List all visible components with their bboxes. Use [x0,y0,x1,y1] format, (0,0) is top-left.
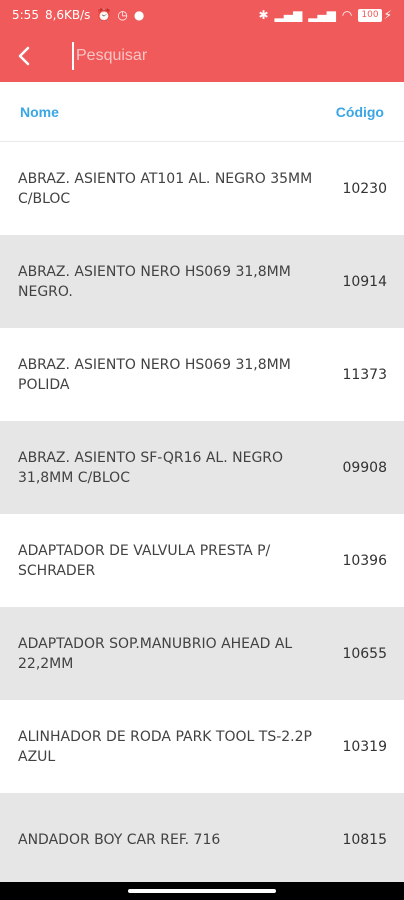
list-item[interactable]: ABRAZ. ASIENTO AT101 AL. NEGRO 35MM C/BL… [0,142,404,235]
battery-indicator: 100 ⚡ [358,8,392,22]
column-code-header[interactable]: Código [336,104,384,120]
item-code: 10914 [342,273,387,290]
list-item[interactable]: ABRAZ. ASIENTO NERO HS069 31,8MM NEGRO. … [0,235,404,328]
signal-2-icon: ▂▄▆ [308,8,336,22]
item-code: 10230 [342,180,387,197]
search-input[interactable] [72,42,372,70]
item-code: 11373 [342,366,387,383]
charging-icon: ⚡ [383,8,392,22]
item-name: ADAPTADOR SOP.MANUBRIO AHEAD AL 22,2MM [18,635,293,672]
item-name: ALINHADOR DE RODA PARK TOOL TS-2.2P AZUL [18,728,312,765]
bluetooth-icon: ✱ [258,8,269,22]
item-code: 10396 [342,552,387,569]
column-name-header[interactable]: Nome [20,104,59,120]
item-name: ADAPTADOR DE VALVULA PRESTA P/ SCHRADER [18,542,271,579]
item-name: ANDADOR BOY CAR REF. 716 [18,831,221,848]
navigation-bar [0,882,404,900]
list-item[interactable]: ADAPTADOR SOP.MANUBRIO AHEAD AL 22,2MM 1… [0,607,404,700]
list-item[interactable]: ALINHADOR DE RODA PARK TOOL TS-2.2P AZUL… [0,700,404,793]
toolbar [0,30,404,82]
app-icon: ● [133,8,145,22]
list-item[interactable]: ADAPTADOR DE VALVULA PRESTA P/ SCHRADER … [0,514,404,607]
item-code: 10655 [342,645,387,662]
item-code: 10319 [342,738,387,755]
list-item[interactable]: ABRAZ. ASIENTO NERO HS069 31,8MM POLIDA … [0,328,404,421]
status-time: 5:55 [12,8,39,22]
clock-icon: ◷ [117,8,128,22]
item-name: ABRAZ. ASIENTO NERO HS069 31,8MM POLIDA [18,356,291,393]
status-speed: 8,6KB/s [44,8,91,22]
home-indicator[interactable] [128,889,276,893]
alarm-off-icon: ⏰ [96,8,112,22]
status-right: ✱ ▂▄▆ ▂▄▆ ◠ 100 ⚡ [258,8,392,22]
product-list[interactable]: ABRAZ. ASIENTO AT101 AL. NEGRO 35MM C/BL… [0,142,404,882]
item-name: ABRAZ. ASIENTO NERO HS069 31,8MM NEGRO. [18,263,291,300]
item-name: ABRAZ. ASIENTO AT101 AL. NEGRO 35MM C/BL… [18,170,313,207]
list-item[interactable]: ABRAZ. ASIENTO SF-QR16 AL. NEGRO 31,8MM … [0,421,404,514]
item-code: 10815 [342,831,387,848]
back-arrow-icon [18,46,30,66]
item-name: ABRAZ. ASIENTO SF-QR16 AL. NEGRO 31,8MM … [18,449,284,486]
status-bar: 5:55 8,6KB/s ⏰ ◷ ● ✱ ▂▄▆ ▂▄▆ ◠ 100 ⚡ [0,0,404,30]
list-item[interactable]: ANDADOR BOY CAR REF. 716 10815 [0,793,404,882]
back-button[interactable] [0,30,48,82]
wifi-icon: ◠ [341,8,353,22]
item-code: 09908 [342,459,387,476]
status-left: 5:55 8,6KB/s ⏰ ◷ ● [12,8,144,22]
columns-header: Nome Código [0,82,404,142]
battery-icon: 100 [358,8,382,22]
signal-icon: ▂▄▆ [274,8,303,22]
